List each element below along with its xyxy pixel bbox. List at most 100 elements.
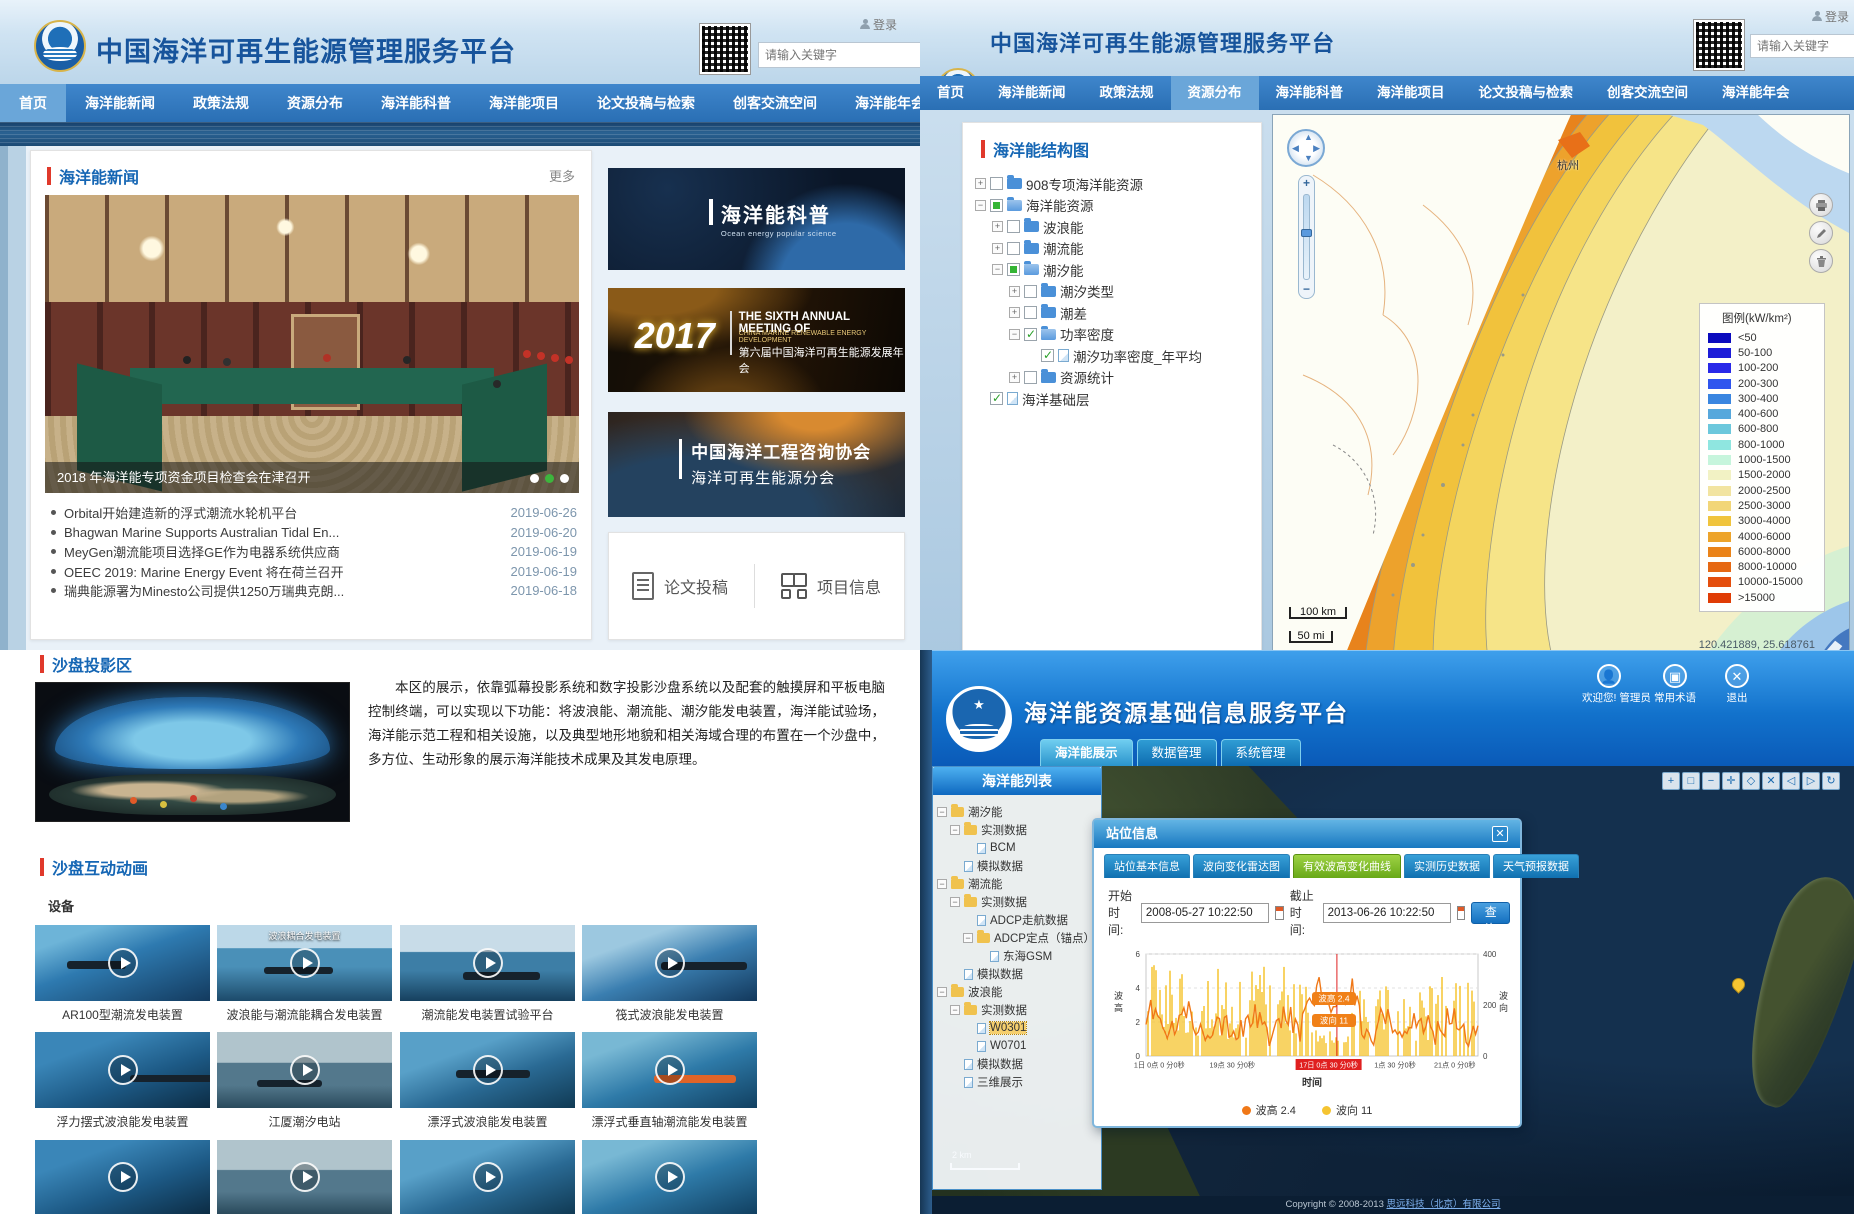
video-thumb-江厦潮汐电站[interactable] xyxy=(217,1032,392,1108)
checkbox-unchecked[interactable] xyxy=(1024,285,1037,298)
checkbox-unchecked[interactable] xyxy=(1024,306,1037,319)
news-item[interactable]: MeyGen潮流能项目选择GE作为电器系统供应商2019-06-19 xyxy=(47,542,577,562)
nav-item-海洋能项目[interactable]: 海洋能项目 xyxy=(1360,76,1462,110)
play-icon[interactable] xyxy=(108,1162,138,1192)
checkbox-unchecked[interactable] xyxy=(1007,242,1020,255)
play-icon[interactable] xyxy=(108,948,138,978)
banner-annual-meeting[interactable]: 2017 THE SIXTH ANNUAL MEETING OF CHINA M… xyxy=(608,288,905,392)
forward-icon[interactable]: ▷ xyxy=(1802,772,1820,790)
zoom-track[interactable] xyxy=(1303,194,1310,280)
tree-node-实测数据[interactable]: −实测数据 xyxy=(937,821,1097,839)
carousel-dot-2[interactable] xyxy=(545,474,554,483)
news-more-link[interactable]: 更多 xyxy=(549,166,575,185)
dialog-tab-有效波高变化曲线[interactable]: 有效波高变化曲线 xyxy=(1293,854,1401,878)
tree-node-W0701[interactable]: W0701 xyxy=(937,1037,1097,1055)
video-thumb-浮力摆式波浪能发电装置[interactable] xyxy=(35,1032,210,1108)
calendar-icon[interactable] xyxy=(1275,906,1284,920)
expander-icon[interactable]: + xyxy=(1009,307,1020,318)
nav-item-海洋能新闻[interactable]: 海洋能新闻 xyxy=(66,84,174,122)
nav-item-论文投稿与检索[interactable]: 论文投稿与检索 xyxy=(578,84,714,122)
carousel-caption[interactable]: 2018 年海洋能专项资金项目检查会在津召开 xyxy=(45,462,579,493)
calendar-icon[interactable] xyxy=(1457,906,1466,920)
logout-button[interactable]: ✕ 退出 xyxy=(1710,664,1764,705)
zoom-in-button[interactable]: + xyxy=(1299,176,1314,192)
nav-item-海洋能新闻[interactable]: 海洋能新闻 xyxy=(981,76,1083,110)
end-time-input[interactable] xyxy=(1323,903,1451,923)
full-extent-icon[interactable]: ◇ xyxy=(1742,772,1760,790)
expander-icon[interactable]: − xyxy=(937,879,947,889)
tree-node-功率密度[interactable]: −功率密度 xyxy=(975,324,1202,346)
tree-node-潮汐能[interactable]: −潮汐能 xyxy=(975,259,1202,281)
banner-science[interactable]: 海洋能科普 Ocean energy popular science xyxy=(608,168,905,270)
expander-icon[interactable]: − xyxy=(1009,329,1020,340)
tree-node-潮汐类型[interactable]: +潮汐类型 xyxy=(975,281,1202,303)
glossary-button[interactable]: ▣ 常用术语 xyxy=(1648,664,1702,705)
clear-icon[interactable]: ✕ xyxy=(1762,772,1780,790)
dialog-tab-站位基本信息[interactable]: 站位基本信息 xyxy=(1104,854,1190,878)
nav-item-创客交流空间[interactable]: 创客交流空间 xyxy=(1590,76,1705,110)
checkbox-checked[interactable] xyxy=(1024,328,1037,341)
close-icon[interactable]: ✕ xyxy=(1492,826,1508,842)
expander-icon[interactable]: − xyxy=(950,825,960,835)
nav-item-政策法规[interactable]: 政策法规 xyxy=(174,84,268,122)
news-item[interactable]: OEEC 2019: Marine Energy Event 将在荷兰召开201… xyxy=(47,562,577,582)
company-link[interactable]: 思远科技（北京）有限公司 xyxy=(1387,1199,1501,1210)
pan-west-icon[interactable]: ◀ xyxy=(1292,144,1299,153)
tree-node-波浪能[interactable]: −波浪能 xyxy=(937,983,1097,1001)
tree-node-模拟数据[interactable]: 模拟数据 xyxy=(937,965,1097,983)
tree-node-模拟数据[interactable]: 模拟数据 xyxy=(937,1055,1097,1073)
welcome-user[interactable]: 👤 欢迎您! 管理员 xyxy=(1582,664,1636,705)
expander-icon[interactable]: + xyxy=(975,178,986,189)
play-icon[interactable] xyxy=(290,1162,320,1192)
expander-icon[interactable]: + xyxy=(1009,372,1020,383)
zoom-out-button[interactable]: − xyxy=(1299,282,1314,298)
checkbox-unchecked[interactable] xyxy=(1007,220,1020,233)
tree-node-ADCP定点（锚点）数据[interactable]: −ADCP定点（锚点）数据 xyxy=(937,929,1097,947)
nav-item-海洋能项目[interactable]: 海洋能项目 xyxy=(470,84,578,122)
nav-item-政策法规[interactable]: 政策法规 xyxy=(1083,76,1171,110)
expander-icon[interactable]: − xyxy=(975,200,986,211)
resource-map[interactable]: 杭州 ▲ ▼ ◀ ▶ + − 图例(kW/km²) <5050-100100-2… xyxy=(1272,114,1850,660)
start-time-input[interactable] xyxy=(1141,903,1269,923)
nav-item-资源分布[interactable]: 资源分布 xyxy=(268,84,362,122)
banner-association[interactable]: 中国海洋工程咨询协会 海洋可再生能源分会 xyxy=(608,412,905,517)
paper-submit-button[interactable]: 论文投稿 xyxy=(632,572,728,600)
nav-item-首页[interactable]: 首页 xyxy=(920,76,981,110)
play-icon[interactable] xyxy=(290,948,320,978)
carousel-dot-1[interactable] xyxy=(530,474,539,483)
station-pin[interactable] xyxy=(1729,975,1747,993)
video-thumb-筏式波浪能发电装置[interactable] xyxy=(582,925,757,1001)
login-link[interactable]: 登录 xyxy=(1812,8,1849,25)
play-icon[interactable] xyxy=(473,1162,503,1192)
play-icon[interactable] xyxy=(290,1055,320,1085)
tree-node-资源统计[interactable]: +资源统计 xyxy=(975,367,1202,389)
video-thumb-漂浮式垂直轴潮流能发电装置[interactable] xyxy=(582,1032,757,1108)
tree-node-908专项海洋能资源[interactable]: +908专项海洋能资源 xyxy=(975,173,1202,195)
tree-node-ADCP走航数据[interactable]: ADCP走航数据 xyxy=(937,911,1097,929)
map-compass-control[interactable]: ▲ ▼ ◀ ▶ xyxy=(1287,129,1325,167)
checkbox-checked[interactable] xyxy=(1041,349,1054,362)
expander-icon[interactable]: − xyxy=(992,264,1003,275)
news-item[interactable]: Orbital开始建造新的浮式潮流水轮机平台2019-06-26 xyxy=(47,503,577,523)
tree-node-三维展示[interactable]: 三维展示 xyxy=(937,1073,1097,1091)
tree-node-东海GSM[interactable]: 东海GSM xyxy=(937,947,1097,965)
play-icon[interactable] xyxy=(655,1055,685,1085)
zoom-out-icon[interactable]: − xyxy=(1702,772,1720,790)
app-tab-系统管理[interactable]: 系统管理 xyxy=(1221,739,1301,766)
pan-icon[interactable]: ✛ xyxy=(1722,772,1740,790)
tree-node-实测数据[interactable]: −实测数据 xyxy=(937,893,1097,911)
nav-item-首页[interactable]: 首页 xyxy=(0,84,66,122)
checkbox-filled[interactable] xyxy=(990,199,1003,212)
dialog-title-bar[interactable]: 站位信息 ✕ xyxy=(1094,820,1520,848)
news-carousel[interactable]: 2018 年海洋能专项资金项目检查会在津召开 xyxy=(45,195,579,493)
checkbox-filled[interactable] xyxy=(1007,263,1020,276)
video-thumb-partial[interactable] xyxy=(582,1140,757,1214)
play-icon[interactable] xyxy=(473,948,503,978)
tree-node-实测数据[interactable]: −实测数据 xyxy=(937,1001,1097,1019)
video-thumb-partial[interactable] xyxy=(35,1140,210,1214)
zoom-in-icon[interactable]: + xyxy=(1662,772,1680,790)
news-item[interactable]: Bhagwan Marine Supports Australian Tidal… xyxy=(47,523,577,543)
dialog-tab-天气预报数据[interactable]: 天气预报数据 xyxy=(1493,854,1579,878)
nav-item-创客交流空间[interactable]: 创客交流空间 xyxy=(714,84,836,122)
pan-east-icon[interactable]: ▶ xyxy=(1313,144,1320,153)
